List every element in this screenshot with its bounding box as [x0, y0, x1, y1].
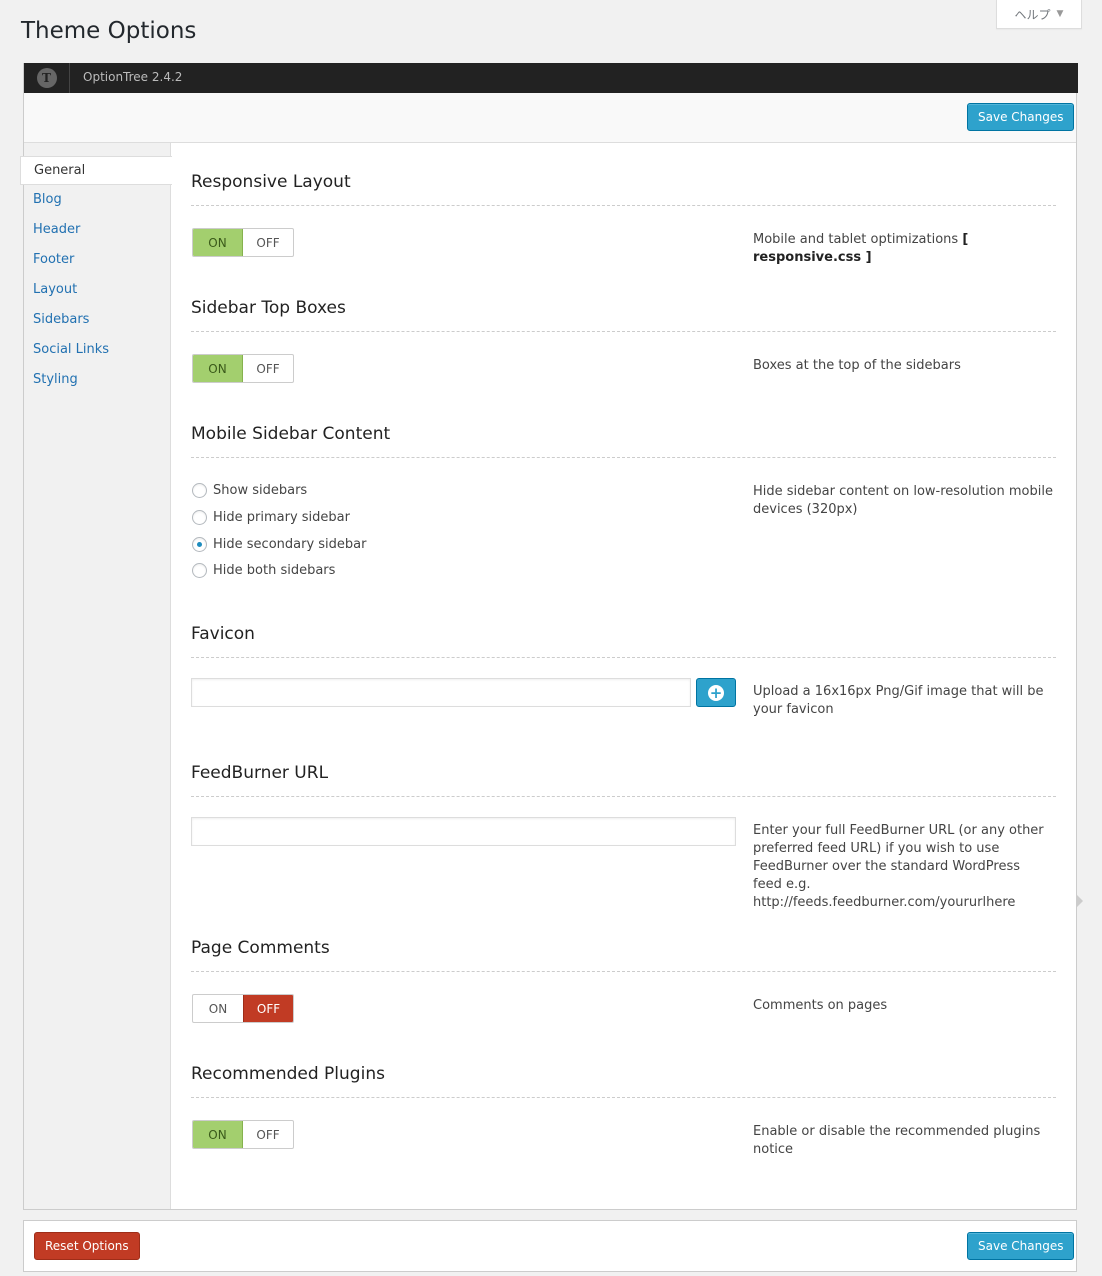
- radio-label: Show sidebars: [213, 483, 308, 498]
- page-comments-toggle[interactable]: ON OFF: [192, 994, 294, 1023]
- save-changes-button-bottom[interactable]: Save Changes: [967, 1232, 1075, 1260]
- responsive-desc-filename: responsive.css: [753, 250, 862, 265]
- feedburner-description: Enter your full FeedBurner URL (or any o…: [753, 823, 1044, 910]
- toggle-off[interactable]: OFF: [243, 355, 293, 382]
- radio-hide-both[interactable]: Hide both sidebars: [192, 563, 335, 578]
- sidebar-top-toggle[interactable]: ON OFF: [192, 354, 294, 383]
- section-divider: [191, 1097, 1056, 1098]
- responsive-desc-text: Mobile and tablet optimizations: [753, 232, 963, 247]
- section-title-mobile-sidebar: Mobile Sidebar Content: [191, 424, 391, 444]
- responsive-toggle[interactable]: ON OFF: [192, 228, 294, 257]
- feedburner-url-input[interactable]: [191, 817, 736, 846]
- optiontree-logo-icon: T: [36, 68, 57, 88]
- toggle-on[interactable]: ON: [193, 1121, 243, 1148]
- toggle-off[interactable]: OFF: [243, 1121, 293, 1148]
- recommended-plugins-description: Enable or disable the recommended plugin…: [753, 1124, 1041, 1157]
- radio-hide-primary[interactable]: Hide primary sidebar: [192, 510, 350, 525]
- page-title: Theme Options: [21, 18, 197, 44]
- recommended-plugins-toggle[interactable]: ON OFF: [192, 1120, 294, 1149]
- options-toolbar: Save Changes: [24, 93, 1076, 143]
- radio-button[interactable]: [192, 563, 207, 578]
- radio-label: Hide both sidebars: [213, 563, 336, 578]
- sidebar-item-styling[interactable]: Styling: [33, 372, 78, 387]
- section-divider: [191, 457, 1056, 458]
- favicon-upload-button[interactable]: +: [696, 678, 736, 707]
- section-divider: [191, 205, 1056, 206]
- plus-circle-icon: +: [708, 683, 724, 702]
- page-comments-description: Comments on pages: [753, 998, 888, 1013]
- section-divider: [191, 796, 1056, 797]
- sidebar-item-general[interactable]: General: [20, 156, 172, 185]
- options-sidebar: General Blog Header Footer Layout Sideba…: [20, 143, 172, 1209]
- favicon-description: Upload a 16x16px Png/Gif image that will…: [753, 684, 1044, 717]
- radio-label: Hide secondary sidebar: [213, 537, 367, 552]
- section-divider: [191, 971, 1056, 972]
- section-title-recommended-plugins: Recommended Plugins: [191, 1064, 385, 1084]
- section-title-sidebar-top: Sidebar Top Boxes: [191, 298, 346, 318]
- sidebar-top-description: Boxes at the top of the sidebars: [753, 358, 961, 373]
- toggle-off[interactable]: OFF: [243, 229, 293, 256]
- section-title-page-comments: Page Comments: [191, 938, 330, 958]
- help-label: ヘルプ: [1014, 7, 1051, 22]
- toggle-on[interactable]: ON: [193, 229, 243, 256]
- section-title-responsive: Responsive Layout: [191, 172, 351, 192]
- section-title-favicon: Favicon: [191, 624, 255, 644]
- options-header: T OptionTree 2.4.2: [24, 63, 1078, 93]
- sidebar-item-blog[interactable]: Blog: [33, 192, 62, 207]
- help-tab-button[interactable]: ヘルプ ▼: [996, 0, 1082, 29]
- radio-button[interactable]: [192, 510, 207, 525]
- radio-button-checked[interactable]: [192, 537, 207, 552]
- responsive-description: Mobile and tablet optimizations [ respon…: [753, 231, 1053, 267]
- toggle-off[interactable]: OFF: [243, 995, 293, 1022]
- radio-hide-secondary[interactable]: Hide secondary sidebar: [192, 537, 366, 552]
- caret-down-icon: ▼: [1056, 9, 1064, 19]
- radio-button[interactable]: [192, 483, 207, 498]
- responsive-desc-bracket-open: [: [962, 232, 969, 247]
- mobile-sidebar-description: Hide sidebar content on low-resolution m…: [753, 484, 1053, 517]
- section-divider: [191, 657, 1056, 658]
- arrow-right-icon: [1076, 894, 1083, 908]
- radio-label: Hide primary sidebar: [213, 510, 350, 525]
- sidebar-item-sidebars[interactable]: Sidebars: [33, 312, 89, 327]
- save-changes-button-top[interactable]: Save Changes: [967, 103, 1075, 131]
- toggle-on[interactable]: ON: [193, 355, 243, 382]
- radio-show-sidebars[interactable]: Show sidebars: [192, 483, 307, 498]
- sidebar-item-layout[interactable]: Layout: [33, 282, 77, 297]
- options-footer: Reset Options Save Changes: [23, 1220, 1077, 1272]
- section-title-feedburner: FeedBurner URL: [191, 763, 329, 783]
- version-label: OptionTree 2.4.2: [83, 70, 183, 84]
- sidebar-item-header[interactable]: Header: [33, 222, 80, 237]
- section-divider: [191, 331, 1056, 332]
- optiontree-logo: T: [24, 63, 70, 93]
- toggle-on[interactable]: ON: [193, 995, 243, 1022]
- sidebar-item-footer[interactable]: Footer: [33, 252, 74, 267]
- sidebar-item-social-links[interactable]: Social Links: [33, 342, 109, 357]
- reset-options-button[interactable]: Reset Options: [34, 1232, 140, 1260]
- responsive-desc-bracket-close: ]: [861, 250, 872, 265]
- favicon-url-input[interactable]: [191, 678, 691, 707]
